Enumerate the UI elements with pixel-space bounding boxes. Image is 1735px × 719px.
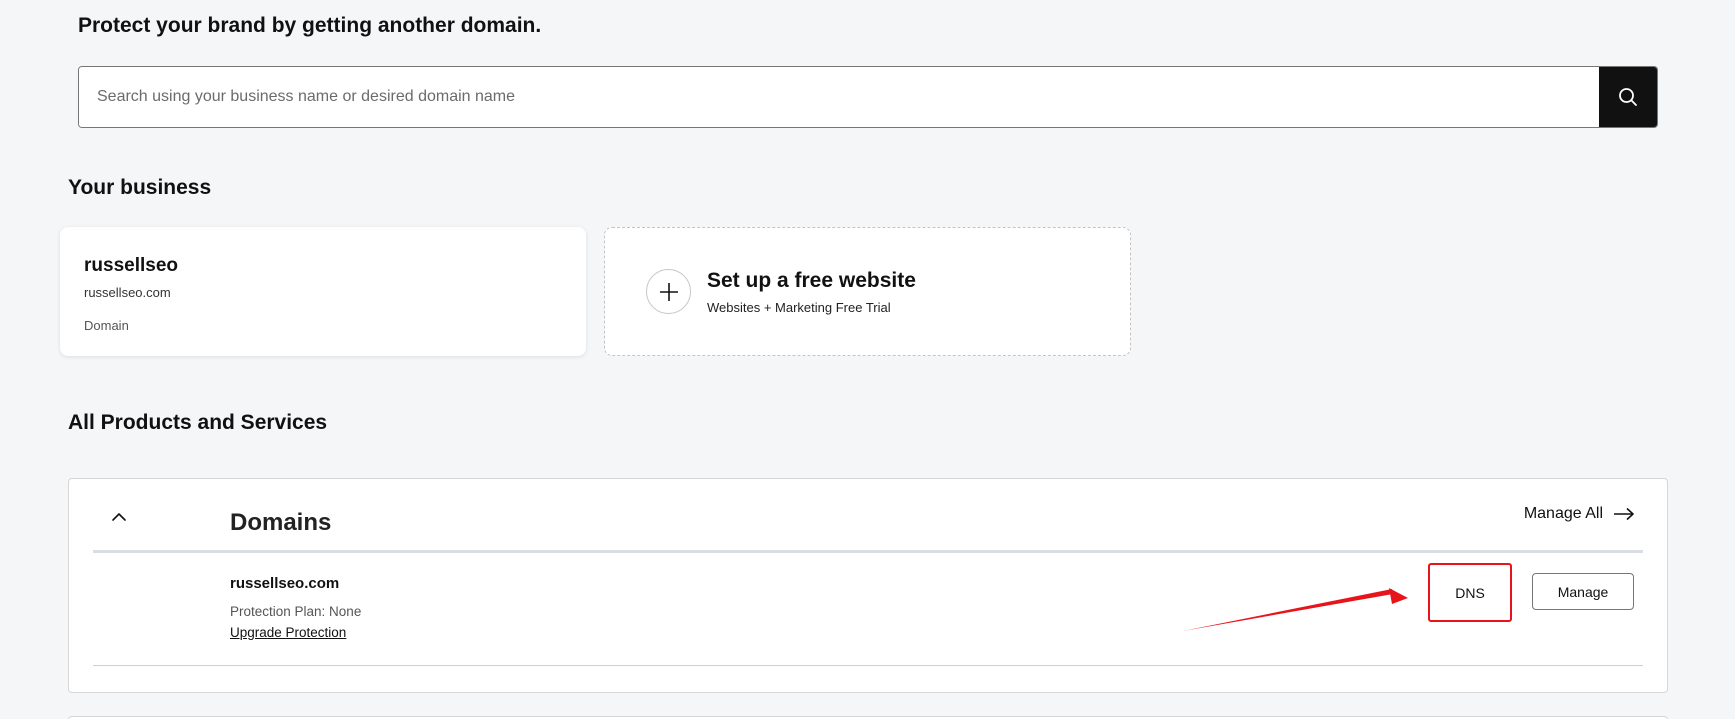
- business-card[interactable]: russellseo russellseo.com Domain: [60, 227, 586, 356]
- domains-panel-header: Domains Manage All: [93, 479, 1643, 553]
- business-domain: russellseo.com: [84, 285, 171, 300]
- all-products-heading: All Products and Services: [68, 411, 328, 434]
- business-name: russellseo: [84, 255, 178, 276]
- row-domain-name: russellseo.com: [230, 575, 340, 592]
- business-type: Domain: [84, 318, 129, 333]
- domain-search-input[interactable]: [79, 67, 1599, 127]
- setup-website-card[interactable]: Set up a free website Websites + Marketi…: [604, 227, 1131, 356]
- promo-title: Protect your brand by getting another do…: [78, 14, 542, 37]
- manage-button[interactable]: Manage: [1532, 573, 1634, 610]
- upgrade-protection-link[interactable]: Upgrade Protection: [230, 625, 346, 640]
- chevron-up-icon: [112, 513, 126, 521]
- collapse-toggle[interactable]: [107, 505, 131, 529]
- domain-search-bar: [78, 66, 1658, 128]
- setup-website-text: Set up a free website Websites + Marketi…: [707, 269, 916, 315]
- manage-all-label: Manage All: [1523, 505, 1603, 522]
- search-button[interactable]: [1599, 67, 1657, 127]
- domains-panel: Domains Manage All russellseo.com Protec…: [68, 478, 1668, 693]
- domains-title: Domains: [230, 509, 332, 536]
- page: Protect your brand by getting another do…: [0, 0, 1735, 719]
- arrow-right-icon: [1614, 507, 1634, 521]
- search-icon: [1619, 88, 1637, 106]
- manage-all-link[interactable]: Manage All: [1524, 505, 1635, 523]
- domain-row: russellseo.com Protection Plan: None Upg…: [93, 556, 1643, 666]
- row-protection-plan: Protection Plan: None: [230, 604, 362, 619]
- setup-website-subtitle: Websites + Marketing Free Trial: [707, 299, 891, 315]
- add-website-button[interactable]: [646, 269, 691, 314]
- dns-button[interactable]: DNS: [1428, 563, 1512, 622]
- your-business-heading: Your business: [68, 176, 212, 199]
- plus-icon: [659, 282, 678, 301]
- setup-website-title: Set up a free website: [707, 268, 916, 292]
